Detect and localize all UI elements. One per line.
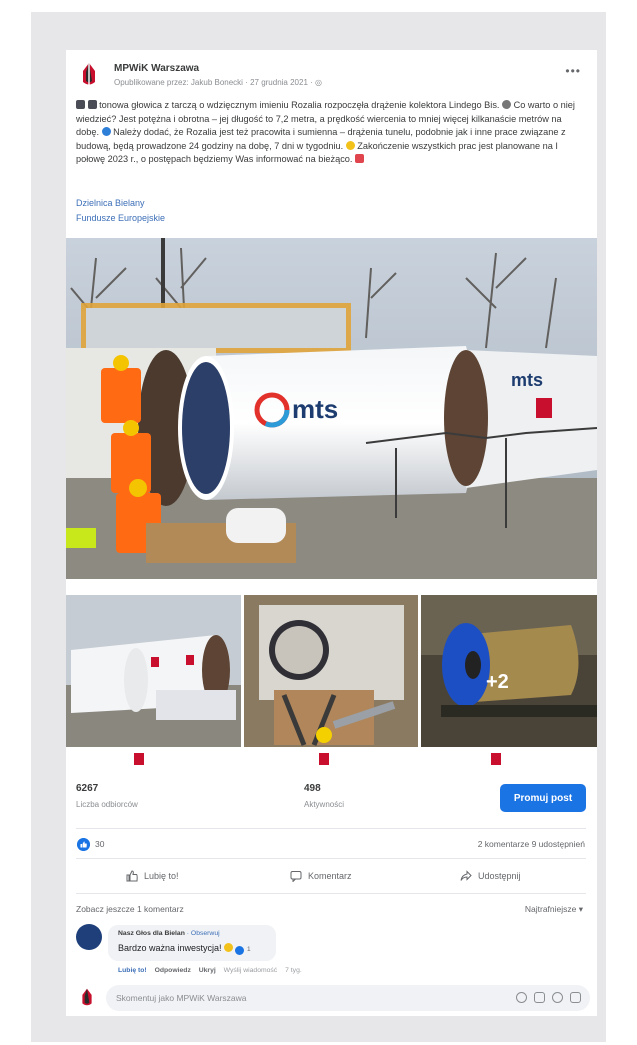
comment-reply-link[interactable]: Odpowiedz [155,967,191,974]
comment-text: Bardzo ważna inwestycja! [118,943,234,953]
reach-label: Liczba odbiorców [76,800,138,809]
photo-brand-label-2: mts [511,370,543,390]
thumbnail-1-illustration [66,595,241,771]
thumbnail-3-illustration [421,595,597,771]
thumbnail-2-illustration [244,595,418,771]
gif-icon[interactable] [552,992,563,1003]
comment-button[interactable]: Komentarz [290,866,352,886]
comment-like-reaction-icon[interactable] [235,946,244,955]
like-reaction-icon[interactable] [77,838,90,851]
comment-composer [106,985,590,1011]
comment-sort-dropdown[interactable]: Najtrafniejsze ▾ [525,904,583,915]
comment-author-name[interactable]: Nasz Głos dla Bielan [118,930,185,937]
calendar-emoji-icon [355,154,365,163]
engagement-label: Aktywności [304,800,345,809]
mpwik-logo-icon[interactable] [80,62,98,88]
comment-icon [290,871,302,882]
comment-actions: Lubię to! Odpowiedz Ukryj Wyślij wiadomo… [118,967,308,974]
promote-post-button[interactable]: Promuj post [500,784,586,812]
comment-like-link[interactable]: Lubię to! [118,967,147,974]
thinking-emoji-icon [502,100,512,109]
comment-button-label: Komentarz [308,871,352,881]
engagement-value: 498 [304,783,321,794]
share-button-label: Udostępnij [478,871,521,881]
thumbnail-photo-2[interactable] [244,595,418,771]
like-count[interactable]: 30 [95,839,104,849]
bulb-emoji-icon [345,140,355,150]
post-text-part-1: tonowa głowica z tarczą o wdzięcznym imi… [99,100,500,110]
sticker-icon[interactable] [570,992,581,1003]
number-emoji-icon [87,100,97,109]
comment-timestamp: 7 tyg. [285,967,302,974]
divider [76,893,586,894]
facebook-post-card: MPWiK Warszawa Opublikowane przez: Jakub… [66,50,597,1016]
share-icon [460,870,472,881]
comment-reaction-count: 1 [247,946,251,953]
info-emoji-icon [101,127,111,136]
divider [76,858,586,859]
number-emoji-icon [76,100,85,109]
emoji-icon[interactable] [516,992,527,1003]
divider [76,828,586,829]
tbm-photo-illustration: mts mts [66,238,597,579]
globe-icon: ◎ [315,78,323,87]
post-meta: Opublikowane przez: Jakub Bonecki · 27 g… [114,78,322,87]
camera-icon[interactable] [534,992,545,1003]
thumbs-up-icon [126,870,138,882]
tag-fundusze-europejskie[interactable]: Fundusze Europejskie [76,213,165,223]
post-header: MPWiK Warszawa Opublikowane przez: Jakub… [66,50,597,100]
clap-emoji-icon [224,943,234,952]
more-options-icon[interactable]: ••• [565,64,581,78]
mpwik-logo-icon [82,988,92,1006]
comment-input[interactable] [116,985,456,1011]
comment-message-link[interactable]: Wyślij wiadomość [224,967,278,974]
follow-link[interactable]: · Obserwuj [187,930,220,937]
comment-author[interactable]: Nasz Głos dla Bielan · Obserwuj [118,930,220,937]
page-name[interactable]: MPWiK Warszawa [114,63,199,74]
comment-hide-link[interactable]: Ukryj [199,967,216,974]
like-button-label: Lubię to! [144,871,179,881]
main-photo-tbm[interactable]: mts mts [66,238,597,579]
thumbnail-photo-3[interactable]: +2 [421,595,597,771]
view-more-comments-link[interactable]: Zobacz jeszcze 1 komentarz [76,904,184,914]
like-button[interactable]: Lubię to! [126,866,179,886]
post-meta-text: Opublikowane przez: Jakub Bonecki · 27 g… [114,78,313,87]
post-text: tonowa głowica z tarczą o wdzięcznym imi… [76,99,586,167]
more-photos-count[interactable]: +2 [486,671,509,694]
comment-body: Bardzo ważna inwestycja! [118,943,222,953]
photo-brand-label: mts [292,394,338,424]
comments-shares-count[interactable]: 2 komentarze 9 udostępnień [478,839,585,849]
avatar[interactable] [76,924,102,950]
thumbnail-photo-1[interactable] [66,595,241,771]
share-button[interactable]: Udostępnij [460,866,521,886]
tag-dzielnica-bielany[interactable]: Dzielnica Bielany [76,198,145,208]
reach-value: 6267 [76,783,99,794]
